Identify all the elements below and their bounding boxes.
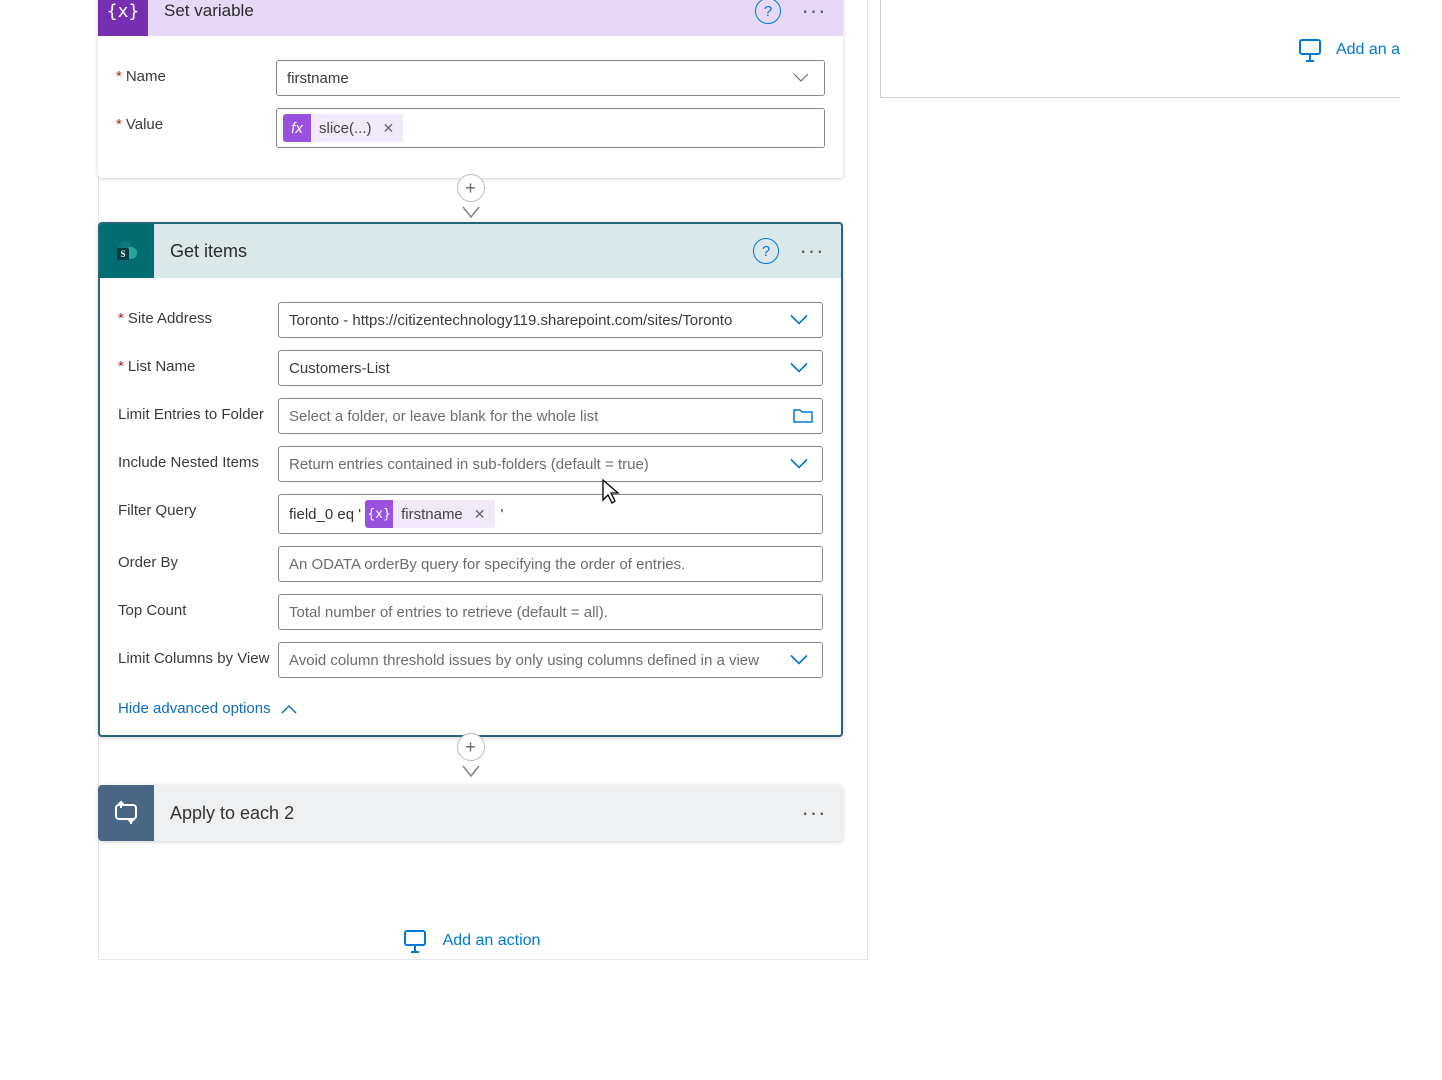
- limit-columns-dropdown[interactable]: Avoid column threshold issues by only us…: [278, 642, 823, 678]
- card-title: Set variable: [148, 1, 755, 21]
- card-title: Get items: [154, 241, 753, 262]
- add-step-button[interactable]: +: [457, 174, 485, 202]
- more-menu-icon[interactable]: ···: [797, 796, 831, 830]
- help-icon[interactable]: ?: [755, 0, 781, 24]
- name-value: firstname: [287, 70, 349, 87]
- name-dropdown[interactable]: firstname: [276, 60, 825, 96]
- limit-folder-placeholder: Select a folder, or leave blank for the …: [289, 408, 598, 425]
- chevron-down-icon[interactable]: [786, 315, 812, 326]
- limit-columns-placeholder: Avoid column threshold issues by only us…: [289, 652, 759, 669]
- variable-icon: {x}: [98, 0, 148, 36]
- token-remove-icon[interactable]: ✕: [378, 121, 400, 135]
- right-add-action-button[interactable]: Add an a: [1296, 36, 1400, 64]
- list-name-value: Customers-List: [289, 360, 390, 377]
- filter-query-input[interactable]: field_0 eq ' {x} firstname ✕ ': [278, 494, 823, 534]
- chevron-down-icon[interactable]: [786, 459, 812, 470]
- add-action-button[interactable]: Add an action: [98, 927, 843, 955]
- label-value: Value: [116, 108, 276, 133]
- right-panel: Add an a: [880, 0, 1400, 98]
- label-limit-columns: Limit Columns by View: [118, 642, 278, 667]
- site-address-value: Toronto - https://citizentechnology119.s…: [289, 312, 732, 329]
- chevron-down-icon[interactable]: [788, 73, 814, 83]
- connector: +: [98, 178, 843, 222]
- filter-posttext: ': [497, 506, 506, 523]
- hide-advanced-toggle[interactable]: Hide advanced options: [118, 700, 297, 717]
- loop-icon: [98, 785, 154, 841]
- order-by-input[interactable]: An ODATA orderBy query for specifying th…: [278, 546, 823, 582]
- site-address-dropdown[interactable]: Toronto - https://citizentechnology119.s…: [278, 302, 823, 338]
- list-name-dropdown[interactable]: Customers-List: [278, 350, 823, 386]
- card-header-get-items[interactable]: S Get items ? ···: [100, 224, 841, 278]
- chevron-down-icon[interactable]: [786, 363, 812, 374]
- right-add-label: Add an a: [1336, 41, 1400, 59]
- top-count-placeholder: Total number of entries to retrieve (def…: [289, 604, 608, 621]
- hide-advanced-label: Hide advanced options: [118, 700, 271, 717]
- label-site-address: Site Address: [118, 302, 278, 327]
- label-include-nested: Include Nested Items: [118, 446, 278, 471]
- include-nested-dropdown[interactable]: Return entries contained in sub-folders …: [278, 446, 823, 482]
- variable-token[interactable]: {x} firstname ✕: [365, 500, 494, 528]
- folder-picker-icon[interactable]: [792, 407, 814, 425]
- card-title: Apply to each 2: [154, 803, 797, 824]
- sharepoint-icon: S: [100, 224, 154, 278]
- connector: +: [98, 737, 843, 785]
- fx-icon: fx: [283, 114, 311, 142]
- add-action-icon: [401, 927, 429, 955]
- label-filter-query: Filter Query: [118, 494, 278, 519]
- order-by-placeholder: An ODATA orderBy query for specifying th…: [289, 556, 685, 573]
- arrow-down-icon: [462, 206, 480, 210]
- expression-token[interactable]: fx slice(...) ✕: [283, 114, 403, 142]
- top-count-input[interactable]: Total number of entries to retrieve (def…: [278, 594, 823, 630]
- card-header-apply-to-each[interactable]: Apply to each 2 ···: [98, 785, 843, 841]
- token-remove-icon[interactable]: ✕: [469, 507, 491, 521]
- label-list-name: List Name: [118, 350, 278, 375]
- help-icon[interactable]: ?: [753, 238, 779, 264]
- label-top-count: Top Count: [118, 594, 278, 619]
- svg-text:S: S: [120, 249, 125, 259]
- add-step-button[interactable]: +: [457, 733, 485, 761]
- chevron-up-icon: [281, 704, 297, 714]
- add-action-icon: [1296, 36, 1324, 64]
- filter-pretext: field_0 eq ': [285, 506, 363, 523]
- arrow-down-icon: [462, 765, 480, 769]
- value-input[interactable]: fx slice(...) ✕: [276, 108, 825, 148]
- variable-icon: {x}: [365, 500, 393, 528]
- more-menu-icon[interactable]: ···: [797, 0, 831, 28]
- token-label: firstname: [393, 506, 469, 523]
- label-order-by: Order By: [118, 546, 278, 571]
- chevron-down-icon[interactable]: [786, 655, 812, 666]
- more-menu-icon[interactable]: ···: [795, 234, 829, 268]
- include-nested-placeholder: Return entries contained in sub-folders …: [289, 456, 649, 473]
- token-label: slice(...): [311, 120, 378, 137]
- add-action-label: Add an action: [443, 932, 541, 950]
- card-header-set-variable[interactable]: {x} Set variable ? ···: [98, 0, 843, 36]
- limit-folder-input[interactable]: Select a folder, or leave blank for the …: [278, 398, 823, 434]
- label-limit-folder: Limit Entries to Folder: [118, 398, 278, 423]
- label-name: Name: [116, 60, 276, 85]
